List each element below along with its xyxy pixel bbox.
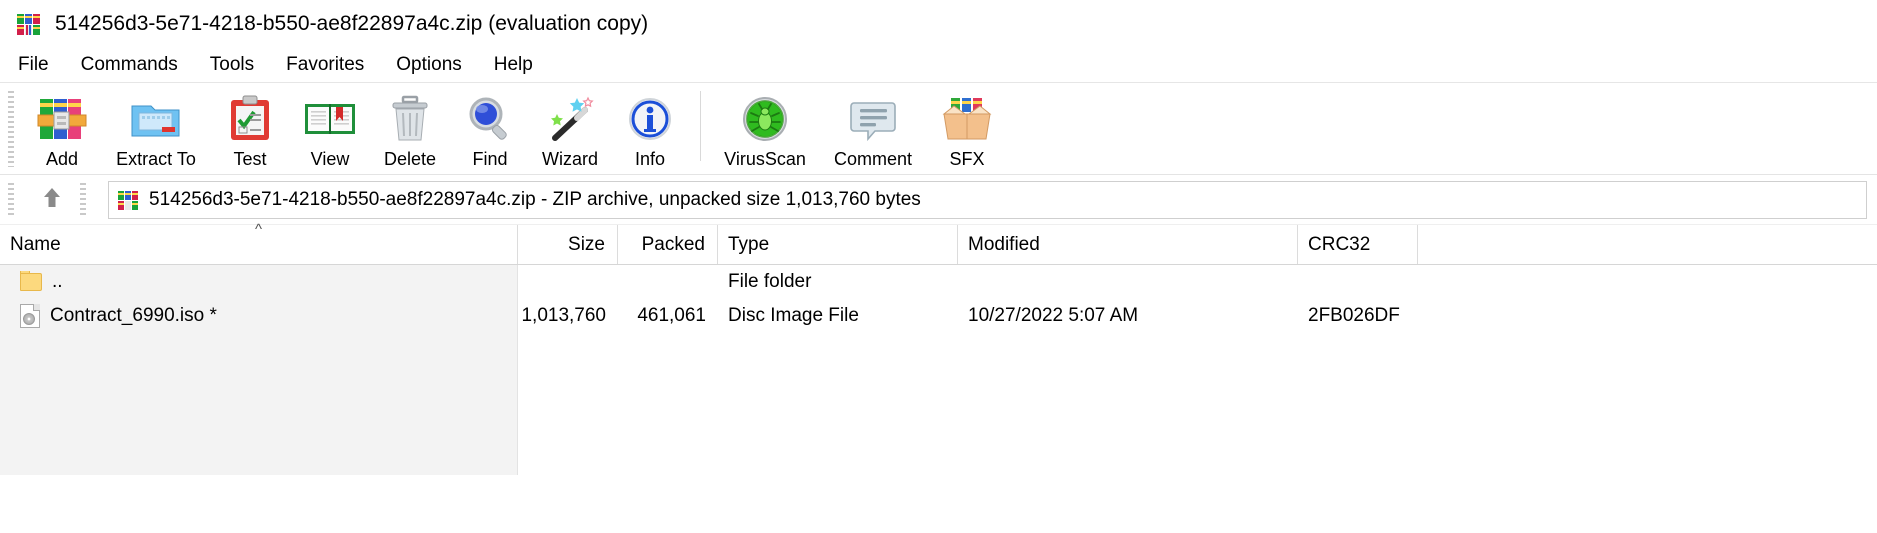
up-arrow-icon [41,185,63,214]
sfx-button-label: SFX [949,149,985,169]
info-button[interactable]: Info [610,89,690,172]
cell-size: 1,013,760 [521,305,606,326]
winrar-window: 514256d3-5e71-4218-b550-ae8f22897a4c.zip… [0,0,1877,533]
info-button-label: Info [634,149,666,169]
cell-modified: 10/27/2022 5:07 AM [968,305,1139,326]
view-button[interactable]: View [290,89,370,172]
add-archive-icon [36,93,88,145]
folder-up-icon [20,271,42,291]
disc-image-file-icon [20,304,40,328]
table-row[interactable]: Contract_6990.iso * 1,013,760 461,061 Di… [0,299,1877,333]
extract-to-button-label: Extract To [116,149,196,169]
menu-bar: File Commands Tools Favorites Options He… [0,48,1877,82]
menu-item-favorites[interactable]: Favorites [284,52,366,78]
address-bar-grip[interactable] [8,182,14,217]
column-header-size[interactable]: Size [518,225,618,264]
wizard-button-label: Wizard [541,149,598,169]
cell-name-text: Contract_6990.iso * [50,305,217,326]
menu-item-tools[interactable]: Tools [208,52,256,78]
toolbar-separator [700,91,701,161]
menu-item-file[interactable]: File [16,52,51,78]
test-button[interactable]: Test [210,89,290,172]
info-circle-icon [626,93,674,145]
file-list-body: .. File folder Contract_6990.iso * 1,013… [0,265,1877,525]
test-clipboard-check-icon [227,93,273,145]
table-row[interactable]: .. File folder [0,265,1877,299]
cell-type: File folder [728,271,812,292]
column-header-crc32-label: CRC32 [1308,233,1371,255]
column-header-modified-label: Modified [968,233,1040,255]
comment-button[interactable]: Comment [819,89,927,172]
delete-button[interactable]: Delete [370,89,450,172]
cell-packed: 461,061 [637,305,706,326]
address-field-grip[interactable] [80,182,86,217]
column-header-crc32[interactable]: CRC32 [1298,225,1418,264]
comment-button-label: Comment [833,149,913,169]
winrar-books-icon [117,189,139,211]
find-button-label: Find [472,149,508,169]
menu-item-options[interactable]: Options [394,52,463,78]
sort-ascending-icon: ^ [254,221,263,238]
sfx-button[interactable]: SFX [927,89,1007,172]
wizard-wand-icon [545,93,595,145]
column-header-name-label: Name [10,233,61,255]
archive-path-text: 514256d3-5e71-4218-b550-ae8f22897a4c.zip… [149,188,921,210]
column-header-size-label: Size [568,233,605,255]
find-button[interactable]: Find [450,89,530,172]
extract-to-button[interactable]: Extract To [102,89,210,172]
add-button[interactable]: Add [22,89,102,172]
sfx-box-icon [941,93,993,145]
virusscan-button[interactable]: VirusScan [711,89,819,172]
file-list-header: ^ Name Size Packed Type Modified CRC32 [0,221,1877,265]
column-header-packed-label: Packed [641,233,705,255]
delete-button-label: Delete [383,149,437,169]
menu-item-commands[interactable]: Commands [79,52,180,78]
main-toolbar: Add Extract To Test View Delete Find Wiz… [0,82,1877,175]
column-header-name[interactable]: ^ Name [0,221,518,264]
address-bar: 514256d3-5e71-4218-b550-ae8f22897a4c.zip… [0,175,1877,225]
extract-folder-icon [129,93,183,145]
cell-name: Contract_6990.iso * [0,304,518,328]
view-book-icon [303,93,357,145]
column-header-packed[interactable]: Packed [618,225,718,264]
test-button-label: Test [233,149,267,169]
find-magnifier-icon [466,93,514,145]
menu-item-help[interactable]: Help [492,52,535,78]
archive-path-field[interactable]: 514256d3-5e71-4218-b550-ae8f22897a4c.zip… [108,180,1867,219]
comment-bubble-icon [848,93,898,145]
cell-type: Disc Image File [728,305,859,326]
add-button-label: Add [45,149,79,169]
title-bar: 514256d3-5e71-4218-b550-ae8f22897a4c.zip… [0,0,1877,48]
column-header-filler [1418,225,1877,264]
column-header-type-label: Type [728,233,770,255]
column-header-modified[interactable]: Modified [958,225,1298,264]
column-header-type[interactable]: Type [718,225,958,264]
virusscan-button-label: VirusScan [724,149,806,169]
up-one-level-button[interactable] [24,181,80,219]
wizard-button[interactable]: Wizard [530,89,610,172]
window-title: 514256d3-5e71-4218-b550-ae8f22897a4c.zip… [55,12,649,35]
toolbar-grip[interactable] [8,91,14,167]
winrar-books-icon [16,12,41,37]
virusscan-bug-icon [740,93,790,145]
cell-name-text: .. [52,271,63,292]
view-button-label: View [310,149,350,169]
cell-crc32: 2FB026DF [1308,305,1400,326]
cell-name: .. [0,271,518,293]
delete-trash-icon [388,93,432,145]
